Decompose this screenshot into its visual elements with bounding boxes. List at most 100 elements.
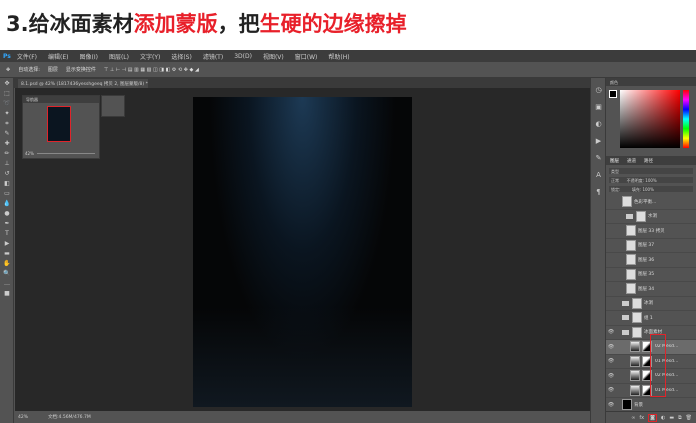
path-select-icon[interactable]: ▶ <box>3 240 11 248</box>
eyedropper-tool-icon[interactable]: ✎ <box>3 130 11 138</box>
add-mask-icon[interactable]: ◙ <box>648 413 657 422</box>
history-brush-icon[interactable]: ↺ <box>3 170 11 178</box>
brush-tool-icon[interactable]: ✏ <box>3 150 11 158</box>
mask-thumbnail[interactable] <box>632 326 642 338</box>
menu-edit[interactable]: 编辑(E) <box>48 52 68 61</box>
layer-thumbnail[interactable] <box>626 254 636 266</box>
tab-channels[interactable]: 通道 <box>627 158 636 164</box>
layer-thumbnail[interactable] <box>630 370 640 382</box>
layer-thumbnail[interactable] <box>626 268 636 280</box>
gradient-tool-icon[interactable]: ▭ <box>3 190 11 198</box>
status-zoom[interactable]: 42% <box>18 415 28 420</box>
lasso-tool-icon[interactable]: ➰ <box>3 100 11 108</box>
more-icon[interactable]: … <box>3 280 11 288</box>
opacity-input[interactable]: 100% <box>645 178 656 183</box>
stamp-tool-icon[interactable]: ⊥ <box>3 160 11 168</box>
menu-3d[interactable]: 3D(D) <box>234 53 252 60</box>
new-group-icon[interactable]: ▬ <box>669 415 674 421</box>
history-icon[interactable]: ◷ <box>594 86 603 95</box>
kind-filter[interactable]: 类型 <box>609 168 693 174</box>
menu-filter[interactable]: 滤镜(T) <box>203 52 223 61</box>
type-tool-icon[interactable]: T <box>3 230 11 238</box>
layer-thumbnail[interactable] <box>630 355 640 367</box>
move-tool-icon[interactable]: ✥ <box>3 80 11 88</box>
hue-slider[interactable] <box>683 90 689 148</box>
heal-tool-icon[interactable]: ✚ <box>3 140 11 148</box>
hand-tool-icon[interactable]: ✋ <box>3 260 11 268</box>
char-icon[interactable]: A <box>594 171 603 180</box>
document-canvas[interactable] <box>193 97 412 407</box>
crop-tool-icon[interactable]: ⌗ <box>3 120 11 128</box>
visibility-eye-icon[interactable]: 👁 <box>606 402 616 408</box>
document-tab[interactable]: 8.1.psd @ 42% (1817436yesshgeeq 拷贝 2, 图层… <box>18 79 148 88</box>
layer-row[interactable]: 图层 34 <box>606 282 696 297</box>
collapsed-panel[interactable] <box>101 95 125 117</box>
new-layer-icon[interactable]: ⧉ <box>678 415 682 421</box>
blur-tool-icon[interactable]: 💧 <box>3 200 11 208</box>
align-icons[interactable]: ⊤ ⊥ ⊢ ⊣ ▤ ▥ ▦ ▧ ◫ ◨ ◧ ⚙ ⟲ ✥ ◆ ◢ <box>104 67 199 73</box>
layer-row[interactable]: 组 1 <box>606 311 696 326</box>
color-panel-title[interactable]: 颜色 <box>606 78 696 86</box>
menu-type[interactable]: 文字(Y) <box>140 52 160 61</box>
color-field[interactable] <box>620 90 680 148</box>
layer-thumbnail[interactable] <box>630 341 640 353</box>
visibility-eye-icon[interactable]: 👁 <box>606 344 616 350</box>
marquee-tool-icon[interactable]: ⬚ <box>3 90 11 98</box>
layer-thumbnail[interactable] <box>630 384 640 396</box>
adjustment-layer-icon[interactable]: ◐ <box>661 415 665 421</box>
fill-input[interactable]: 100% <box>642 187 653 192</box>
menu-layer[interactable]: 图层(L) <box>109 52 129 61</box>
visibility-eye-icon[interactable]: 👁 <box>606 358 616 364</box>
layer-thumbnail[interactable] <box>626 283 636 295</box>
visibility-eye-icon[interactable]: 👁 <box>606 373 616 379</box>
dodge-tool-icon[interactable]: ● <box>3 210 11 218</box>
play-icon[interactable]: ▶ <box>594 137 603 146</box>
eraser-tool-icon[interactable]: ◧ <box>3 180 11 188</box>
layer-row[interactable]: 冰洞 <box>606 297 696 311</box>
navigator-thumbnail[interactable] <box>47 106 71 142</box>
layer-thumbnail[interactable] <box>622 399 632 411</box>
color-swatches-icon[interactable]: ■ <box>3 290 11 298</box>
adjust-icon[interactable]: ◐ <box>594 120 603 129</box>
visibility-eye-icon[interactable]: 👁 <box>606 329 616 335</box>
layer-thumbnail[interactable] <box>626 239 636 251</box>
navigator-zoom-slider[interactable] <box>37 153 95 154</box>
mask-thumbnail[interactable] <box>632 297 642 309</box>
navigator-zoom[interactable]: 42% <box>25 151 34 156</box>
pen-tool-icon[interactable]: ✒ <box>3 220 11 228</box>
brush-panel-icon[interactable]: ✎ <box>594 154 603 163</box>
blend-mode-select[interactable]: 正常 <box>611 178 619 183</box>
layer-row[interactable]: 图层 36 <box>606 253 696 268</box>
mask-thumbnail[interactable] <box>632 312 642 324</box>
layer-name: 图层 34 <box>638 286 655 292</box>
menu-file[interactable]: 文件(F) <box>17 52 37 61</box>
properties-icon[interactable]: ▣ <box>594 103 603 112</box>
shape-tool-icon[interactable]: ▬ <box>3 250 11 258</box>
fx-icon[interactable]: fx <box>639 415 644 421</box>
auto-select-checkbox[interactable]: 自动选择: <box>18 66 40 73</box>
menu-view[interactable]: 视图(V) <box>263 52 284 61</box>
visibility-eye-icon[interactable]: 👁 <box>606 387 616 393</box>
layer-row[interactable]: 图层 35 <box>606 268 696 282</box>
wand-tool-icon[interactable]: ✦ <box>3 110 11 118</box>
trash-icon[interactable]: 🗑 <box>686 415 692 421</box>
adjustment-thumbnail[interactable] <box>622 196 632 208</box>
layer-thumbnail[interactable] <box>626 225 636 237</box>
layer-row[interactable]: 图层 33 拷贝 <box>606 224 696 239</box>
foreground-swatch[interactable] <box>609 90 617 98</box>
mask-thumbnail[interactable] <box>636 210 646 222</box>
menu-window[interactable]: 窗口(W) <box>295 52 318 61</box>
show-transform-checkbox[interactable]: 显示变换控件 <box>66 66 96 73</box>
zoom-tool-icon[interactable]: 🔍 <box>3 270 11 278</box>
menu-select[interactable]: 选择(S) <box>171 52 192 61</box>
tab-paths[interactable]: 路径 <box>644 158 653 164</box>
layer-row[interactable]: 图层 37 <box>606 239 696 253</box>
menu-help[interactable]: 帮助(H) <box>328 52 349 61</box>
menu-image[interactable]: 图像(I) <box>80 52 98 61</box>
paragraph-icon[interactable]: ¶ <box>594 188 603 197</box>
layer-row[interactable]: 色彩平衡... <box>606 195 696 210</box>
target-select[interactable]: 图层 <box>48 66 58 73</box>
tab-layers[interactable]: 图层 <box>610 158 619 164</box>
link-icon[interactable]: ∞ <box>631 415 635 421</box>
layer-row[interactable]: 水洞 <box>606 210 696 224</box>
